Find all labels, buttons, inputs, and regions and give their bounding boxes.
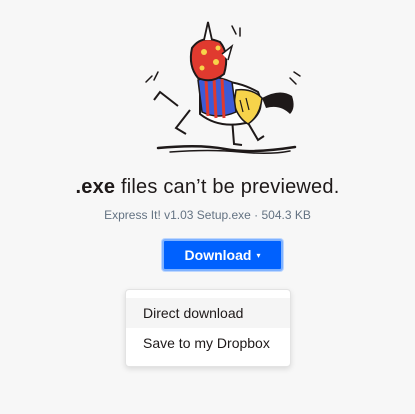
menu-item-direct-download[interactable]: Direct download <box>126 298 290 328</box>
file-extension: .exe <box>75 176 116 198</box>
preview-unavailable-heading: .exe files can’t be previewed. <box>0 176 415 199</box>
download-button-label: Download <box>184 247 252 263</box>
heading-text: files can’t be previewed. <box>121 176 340 198</box>
chevron-down-icon: ▾ <box>256 251 261 260</box>
download-menu: Direct download Save to my Dropbox <box>125 289 291 367</box>
preview-page: .exe files can’t be previewed. Express I… <box>0 0 415 414</box>
unicorn-horse-illustration <box>145 21 301 155</box>
file-info: Express It! v1.03 Setup.exe · 504.3 KB <box>104 208 311 222</box>
menu-item-save-to-dropbox[interactable]: Save to my Dropbox <box>126 328 290 358</box>
download-button[interactable]: Download ▾ <box>162 239 283 271</box>
